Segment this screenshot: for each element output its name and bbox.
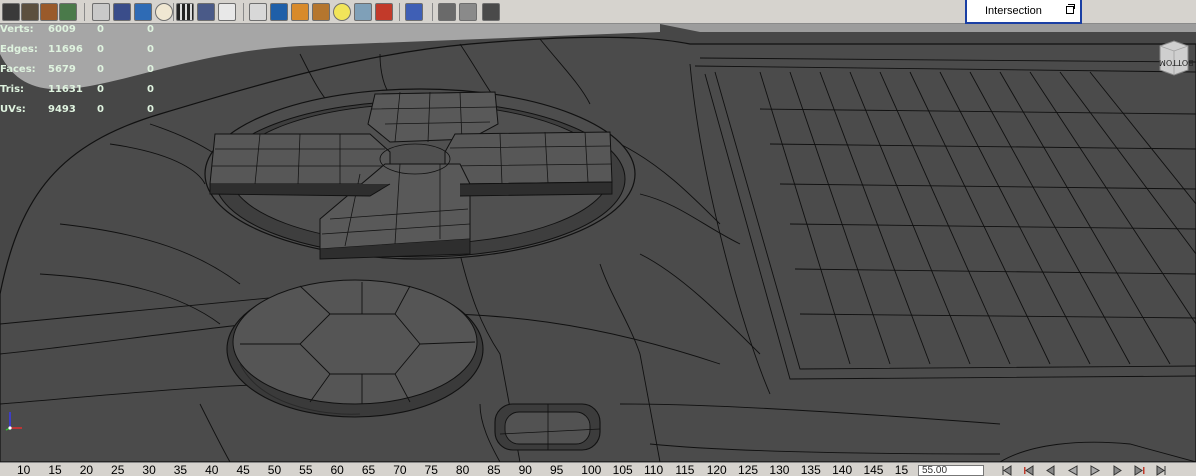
toolbar-separator — [399, 3, 400, 21]
timeline-tick-label: 120 — [706, 463, 727, 476]
timeline-tick-label: 35 — [173, 463, 188, 476]
render-icon[interactable] — [21, 3, 39, 21]
viewport-mesh — [0, 24, 1196, 462]
timeline-tick-label: 65 — [361, 463, 376, 476]
timeline-tick-label: 135 — [800, 463, 821, 476]
analog-stick — [226, 279, 484, 418]
hud-value: 11631 — [48, 84, 83, 95]
shaded-icon[interactable] — [134, 3, 152, 21]
axis-icon — [5, 412, 22, 431]
timeline-tick-label: 105 — [612, 463, 633, 476]
timeline-tick-label: 140 — [832, 463, 853, 476]
field-chart-icon[interactable] — [405, 3, 423, 21]
timeline-tick-label: 85 — [487, 463, 501, 476]
render-view-icon[interactable] — [2, 3, 20, 21]
toolbar-separator — [84, 3, 85, 21]
step-forward-key-icon[interactable] — [1132, 465, 1146, 476]
smooth-shade-icon[interactable] — [113, 3, 131, 21]
timeline-tick-label: 40 — [205, 463, 219, 476]
step-back-key-icon[interactable] — [1022, 465, 1036, 476]
toolbar-separator — [432, 3, 433, 21]
viewcube[interactable]: BOTTOM — [1158, 40, 1194, 76]
current-time-field[interactable]: 55.00 — [918, 465, 984, 476]
timeline-tick-label: 20 — [79, 463, 94, 476]
camera-icon[interactable] — [249, 3, 267, 21]
xray-icon[interactable] — [176, 3, 194, 21]
resolution-gate-icon[interactable] — [333, 3, 351, 21]
hud-icon[interactable] — [438, 3, 456, 21]
timeline-tick-label: 110 — [644, 463, 664, 476]
hud-value: 5679 — [48, 64, 76, 75]
hud-value: 6009 — [48, 24, 76, 35]
hud-label: Edges: — [0, 44, 38, 55]
hud-value: 0 — [97, 24, 104, 35]
shadow-icon[interactable] — [291, 3, 309, 21]
hud-value: 0 — [97, 44, 104, 55]
light-icon[interactable] — [270, 3, 288, 21]
time-slider[interactable]: 55.00 10 15 20 25 30 35 40 45 50 55 60 65 70 75 80 85 90… — [0, 462, 1196, 476]
timeline-tick-label: 30 — [142, 463, 156, 476]
timeline-tick-label: 60 — [330, 463, 344, 476]
go-to-start-icon[interactable] — [1000, 465, 1014, 476]
hud-value: 0 — [97, 64, 104, 75]
timeline-tick-label: 125 — [738, 463, 759, 476]
hud-label: Tris: — [0, 84, 25, 95]
timeline-tick-label: 90 — [518, 463, 532, 476]
intersection-menu-popup[interactable]: Intersection — [965, 0, 1082, 24]
wireframe-icon[interactable] — [92, 3, 110, 21]
intersection-label[interactable]: Intersection — [985, 5, 1042, 17]
toolbar-separator — [243, 3, 244, 21]
dpad-group — [204, 88, 636, 260]
step-back-frame-icon[interactable] — [1044, 465, 1058, 476]
timeline-tick-label: 115 — [675, 463, 695, 476]
axis-gizmo — [2, 406, 30, 434]
3d-viewport[interactable] — [0, 24, 1196, 462]
option-box-icon[interactable] — [1066, 4, 1075, 14]
isolate-icon[interactable] — [197, 3, 215, 21]
play-forwards-icon[interactable] — [1088, 465, 1102, 476]
hud-value: 9493 — [48, 104, 76, 115]
timeline-tick-label: 15 — [48, 463, 62, 476]
render-settings-icon[interactable] — [59, 3, 77, 21]
small-button — [494, 403, 601, 451]
timeline-tick-label: 75 — [424, 463, 438, 476]
hud-value: 0 — [147, 104, 154, 115]
timeline-tick-label: 80 — [455, 463, 470, 476]
toolbar-separator — [173, 3, 174, 21]
hud-value: 0 — [97, 84, 104, 95]
texture-icon[interactable] — [218, 3, 236, 21]
step-forward-frame-icon[interactable] — [1110, 465, 1124, 476]
safe-area-icon[interactable] — [354, 3, 372, 21]
hud-value: 0 — [147, 24, 154, 35]
timeline-tick-label: 15 — [894, 463, 909, 476]
timeline-tick-label: 50 — [267, 463, 282, 476]
hud-label: Faces: — [0, 64, 36, 75]
hud-value: 0 — [97, 104, 104, 115]
image-plane-icon[interactable] — [459, 3, 477, 21]
timeline-tick-label: 95 — [549, 463, 564, 476]
hud-value: 11696 — [48, 44, 83, 55]
ipr-render-icon[interactable] — [40, 3, 58, 21]
timeline-tick-label: 130 — [769, 463, 790, 476]
grid-icon[interactable] — [375, 3, 393, 21]
bounding-box-icon[interactable] — [312, 3, 330, 21]
timeline-tick-label: 55 — [299, 463, 313, 476]
hud-label: Verts: — [0, 24, 34, 35]
default-material-icon[interactable] — [155, 3, 173, 21]
timeline-tick-label: 100 — [581, 463, 602, 476]
hud-value: 0 — [147, 84, 154, 95]
timeline-tick-label: 145 — [863, 463, 884, 476]
timeline-tick-label: 70 — [393, 463, 407, 476]
hud-label: UVs: — [0, 104, 26, 115]
play-backwards-icon[interactable] — [1066, 465, 1080, 476]
timeline-tick-label: 25 — [111, 463, 125, 476]
timeline-tick-label: 45 — [236, 463, 250, 476]
go-to-end-icon[interactable] — [1154, 465, 1168, 476]
hud-value: 0 — [147, 44, 154, 55]
timeline-tick-label: 10 — [17, 463, 31, 476]
hud-value: 0 — [147, 64, 154, 75]
viewcube-label: BOTTOM — [1159, 58, 1194, 67]
link-icon[interactable] — [482, 3, 500, 21]
